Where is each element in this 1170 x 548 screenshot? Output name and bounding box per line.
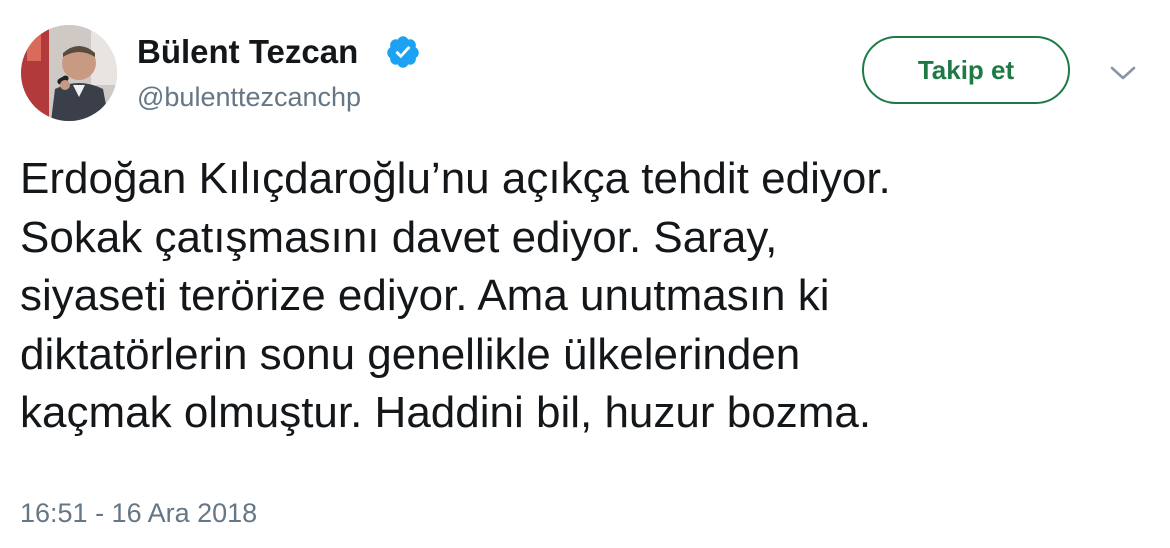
tweet-text-line: Sokak çatışmasını davet ediyor. Saray, [20,212,778,262]
follow-button[interactable]: Takip et [862,36,1070,104]
tweet-card: Bülent Tezcan @bulenttezcanchp Takip et … [0,0,1170,548]
display-name[interactable]: Bülent Tezcan [137,33,358,71]
avatar[interactable] [21,25,117,121]
chevron-down-icon[interactable] [1108,62,1138,84]
tweet-text-line: siyaseti terörize ediyor. Ama unutmasın … [20,271,830,320]
tweet-timestamp[interactable]: 16:51 - 16 Ara 2018 [20,497,257,529]
tweet-text-line: Erdoğan Kılıçdaroğlu’nu açıkça tehdit ed… [20,154,891,203]
avatar-photo [21,25,117,121]
user-handle[interactable]: @bulenttezcanchp [137,81,361,113]
tweet-text: Erdoğan Kılıçdaroğlu’nu açıkça tehdit ed… [20,150,1150,443]
tweet-text-line: diktatörlerin sonu genellikle ülkelerind… [20,329,801,379]
verified-badge-icon [387,36,419,68]
tweet-text-line: kaçmak olmuştur. Haddini bil, huzur bozm… [20,388,872,437]
